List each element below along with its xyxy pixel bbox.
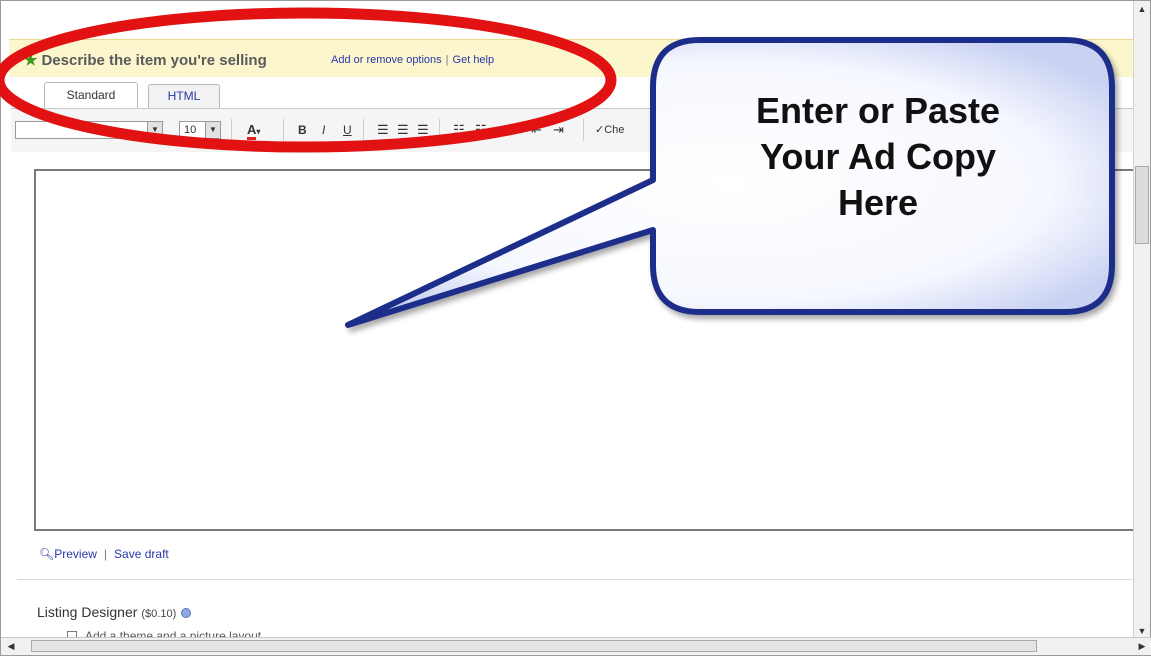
magnifier-icon: 🔍︎ — [39, 547, 55, 561]
horizontal-scrollbar[interactable]: ◀ ▶ — [1, 637, 1151, 655]
section-divider — [17, 579, 1133, 580]
outdent-button[interactable]: ⇤ — [531, 121, 542, 139]
scroll-up-arrow-icon[interactable]: ▲ — [1134, 1, 1150, 17]
spellcheck-icon: ✓ — [595, 124, 605, 136]
align-right-icon: ☰ — [417, 122, 429, 137]
section-title: ★ Describe the item you're selling — [24, 51, 267, 69]
save-draft-link[interactable]: Save draft — [114, 547, 169, 561]
align-center-icon: ☰ — [397, 122, 409, 137]
spellcheck-label: Che — [604, 124, 625, 136]
add-remove-options-link[interactable]: Add or remove options — [331, 54, 442, 66]
numbered-list-icon: ☷ — [475, 122, 487, 137]
link-separator: | — [445, 54, 449, 66]
callout-text: Enter or Paste Your Ad Copy Here — [668, 88, 1088, 226]
text-color-button[interactable]: A▾ — [247, 121, 261, 140]
bullet-list-button[interactable]: ☷ — [453, 121, 465, 139]
chevron-down-icon: ▼ — [147, 122, 162, 138]
vertical-scroll-thumb[interactable] — [1135, 166, 1149, 244]
horizontal-scroll-thumb[interactable] — [31, 640, 1037, 652]
outdent-icon: ⇤ — [531, 122, 542, 137]
indent-icon: ⇥ — [553, 122, 564, 137]
vertical-scrollbar[interactable]: ▲ ▼ — [1133, 1, 1150, 639]
tab-standard[interactable]: Standard — [44, 82, 138, 108]
listing-designer-price: ($0.10) — [141, 608, 177, 620]
chevron-down-icon: ▾ — [256, 127, 261, 136]
toolbar-separator — [439, 119, 440, 141]
section-title-text: Describe the item you're selling — [41, 52, 267, 69]
scroll-left-arrow-icon[interactable]: ◀ — [3, 638, 19, 655]
align-left-button[interactable]: ☰ — [377, 121, 389, 139]
link-separator: | — [103, 547, 108, 561]
font-family-select[interactable]: ▼ — [15, 121, 163, 139]
toolbar-separator — [231, 119, 232, 141]
toolbar-separator — [583, 119, 584, 141]
describe-item-header: ★ Describe the item you're selling Add or… — [9, 39, 1134, 77]
align-right-button[interactable]: ☰ — [417, 121, 429, 139]
required-star-icon: ★ — [24, 52, 38, 69]
bullet-list-icon: ☷ — [453, 122, 465, 137]
indent-button[interactable]: ⇥ — [553, 121, 564, 139]
toolbar-separator — [363, 119, 364, 141]
callout-line: Your Ad Copy — [760, 136, 996, 177]
align-left-icon: ☰ — [377, 122, 389, 137]
font-size-select[interactable]: 10 ▼ — [179, 121, 221, 139]
editor-links: 🔍︎Preview | Save draft — [39, 547, 169, 561]
font-size-value: 10 — [184, 124, 197, 136]
spellcheck-button[interactable]: ✓Che — [595, 121, 624, 139]
info-icon[interactable] — [181, 608, 192, 619]
align-center-button[interactable]: ☰ — [397, 121, 409, 139]
preview-link[interactable]: Preview — [54, 547, 97, 561]
text-color-icon: A — [247, 122, 257, 140]
toolbar-separator — [283, 119, 284, 141]
chevron-down-icon: ▼ — [205, 122, 220, 138]
numbered-list-button[interactable]: ☷ — [475, 121, 487, 139]
listing-designer-label: Listing Designer — [37, 604, 138, 620]
get-help-link[interactable]: Get help — [453, 54, 495, 66]
tab-html[interactable]: HTML — [148, 84, 220, 108]
underline-button[interactable]: U — [343, 121, 352, 139]
scroll-right-arrow-icon[interactable]: ▶ — [1134, 638, 1150, 655]
listing-designer-heading: Listing Designer ($0.10) — [37, 604, 192, 620]
bold-button[interactable]: B — [298, 121, 307, 139]
callout-line: Enter or Paste — [755, 90, 1001, 131]
italic-button[interactable]: I — [322, 121, 325, 139]
callout-line: Here — [837, 182, 919, 223]
header-links: Add or remove options | Get help — [331, 54, 494, 66]
